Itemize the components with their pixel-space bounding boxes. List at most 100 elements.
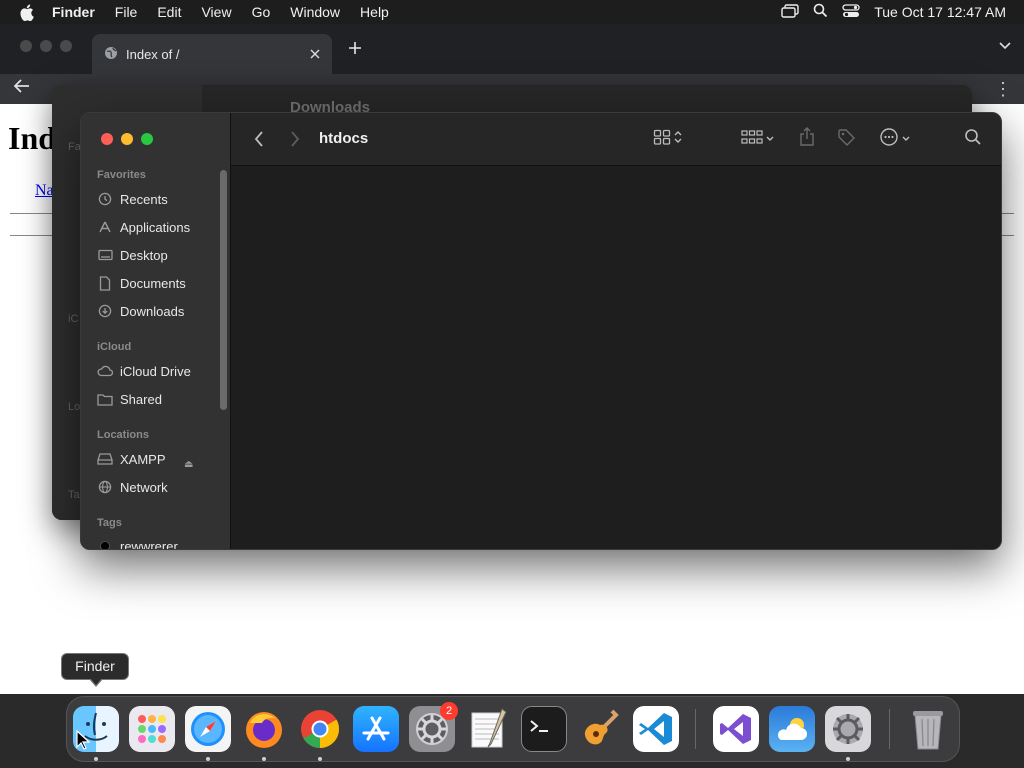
finder-zoom-button[interactable]: [141, 133, 153, 145]
dock-firefox[interactable]: [241, 706, 287, 752]
sidebar-item-label: iCloud Drive: [120, 363, 191, 379]
sidebar-section-label: iC: [68, 313, 79, 325]
sidebar-item-network[interactable]: Network: [97, 476, 221, 498]
dock-separator: [695, 709, 696, 749]
menu-window[interactable]: Window: [280, 4, 350, 20]
sidebar-item-label: Shared: [120, 391, 162, 407]
sidebar-item-shared[interactable]: Shared: [97, 388, 221, 410]
menubar-clock[interactable]: Tue Oct 17 12:47 AM: [874, 4, 1006, 20]
sidebar-section-locations: Locations: [97, 429, 149, 441]
finder-search-button[interactable]: [964, 127, 982, 151]
group-by-button[interactable]: [741, 127, 775, 151]
finder-close-button[interactable]: [101, 133, 113, 145]
tab-close-icon[interactable]: [310, 47, 320, 62]
desktop-icon: [97, 247, 113, 263]
app-store-icon: [362, 716, 390, 741]
browser-minimize-button[interactable]: [40, 40, 52, 52]
menu-app-finder[interactable]: Finder: [52, 4, 105, 20]
tooltip-text: Finder: [75, 658, 115, 674]
spotlight-search-icon[interactable]: [813, 3, 828, 21]
screen-mirroring-icon[interactable]: [781, 3, 799, 21]
dock-launchpad[interactable]: [129, 706, 175, 752]
sidebar-item-label: Desktop: [120, 247, 168, 263]
browser-close-button[interactable]: [20, 40, 32, 52]
sidebar-item-desktop[interactable]: Desktop: [97, 244, 221, 266]
finder-toolbar: htdocs: [231, 113, 1001, 166]
tag-button[interactable]: [837, 127, 857, 151]
sidebar-scrollbar[interactable]: [220, 170, 227, 410]
vscode-icon: [639, 713, 672, 745]
shared-folder-icon: [97, 391, 113, 407]
gear-icon: [833, 714, 863, 744]
chrome-icon: [301, 710, 340, 749]
dock-trash[interactable]: [905, 706, 951, 752]
share-button[interactable]: [798, 126, 816, 151]
ellipsis-circle-icon: [879, 127, 899, 152]
sidebar-item-xampp[interactable]: XAMPP: [97, 448, 221, 470]
chevron-down-icon: [765, 130, 775, 148]
sidebar-item-documents[interactable]: Documents: [97, 272, 221, 294]
globe-icon: [104, 46, 118, 63]
browser-menu-icon[interactable]: ⋮: [994, 80, 1012, 98]
eject-icon[interactable]: ⏏: [184, 459, 193, 470]
dock-chrome[interactable]: [297, 706, 343, 752]
sidebar-item-label: XAMPP: [120, 451, 166, 467]
menu-edit[interactable]: Edit: [147, 4, 191, 20]
dock-visual-studio-code[interactable]: [633, 706, 679, 752]
dock-tooltip: Finder: [61, 653, 129, 687]
safari-compass-icon: [191, 712, 225, 746]
finder-minimize-button[interactable]: [121, 133, 133, 145]
dock-visual-studio[interactable]: [713, 706, 759, 752]
sidebar-item-label: rewwrerer: [120, 538, 178, 550]
sidebar-section-icloud: iCloud: [97, 341, 132, 353]
tab-search-chevron-icon[interactable]: [998, 38, 1012, 56]
sidebar-section-favorites: Favorites: [97, 169, 146, 181]
sidebar-item-downloads[interactable]: Downloads: [97, 300, 221, 322]
browser-zoom-button[interactable]: [60, 40, 72, 52]
firefox-icon: [246, 712, 282, 748]
applications-icon: [97, 219, 113, 235]
dock-garageband[interactable]: [577, 706, 623, 752]
cloud-sun-icon: [777, 718, 807, 740]
menu-go[interactable]: Go: [242, 4, 281, 20]
group-grid-icon: [741, 129, 763, 150]
sidebar-section-label: Ta: [68, 489, 80, 501]
dock-terminal[interactable]: [521, 706, 567, 752]
search-icon: [964, 128, 982, 151]
dock-system-settings[interactable]: [825, 706, 871, 752]
chevron-down-icon: [901, 130, 911, 148]
sidebar-item-icloud-drive[interactable]: iCloud Drive: [97, 360, 221, 382]
dock-textedit[interactable]: [465, 706, 511, 752]
sidebar-item-recents[interactable]: Recents: [97, 188, 221, 210]
back-chevron-icon[interactable]: [253, 130, 265, 153]
browser-tab-bar: Index of /: [0, 24, 1024, 74]
finder-file-area[interactable]: [231, 166, 1001, 549]
download-icon: [97, 303, 113, 319]
page-heading: Ind: [8, 120, 57, 156]
running-indicator: [94, 757, 98, 761]
forward-chevron-icon[interactable]: [289, 130, 301, 153]
view-mode-selector[interactable]: [653, 127, 683, 151]
apple-menu-icon[interactable]: [0, 4, 52, 21]
sidebar-item-applications[interactable]: Applications: [97, 216, 221, 238]
dock-app-store[interactable]: [353, 706, 399, 752]
action-menu-button[interactable]: [879, 127, 911, 151]
menu-file[interactable]: File: [105, 4, 148, 20]
browser-back-icon[interactable]: [12, 78, 32, 99]
dock-safari[interactable]: [185, 706, 231, 752]
name-column-link[interactable]: Na: [35, 182, 54, 200]
sidebar-item-label: Downloads: [120, 303, 185, 319]
sidebar-item-tag[interactable]: rewwrerer: [97, 535, 221, 550]
menu-help[interactable]: Help: [350, 4, 399, 20]
sidebar-section-tags: Tags: [97, 517, 122, 529]
tag-icon: [837, 128, 857, 151]
menu-view[interactable]: View: [191, 4, 241, 20]
up-down-chevron-icon: [673, 129, 683, 150]
dock-weather[interactable]: [769, 706, 815, 752]
textedit-icon: [471, 708, 507, 748]
new-tab-icon[interactable]: [344, 38, 366, 60]
browser-tab[interactable]: Index of /: [92, 34, 332, 74]
sidebar-section-label: Lo: [68, 401, 81, 413]
globe-icon: [97, 479, 113, 495]
control-center-icon[interactable]: [842, 3, 860, 21]
